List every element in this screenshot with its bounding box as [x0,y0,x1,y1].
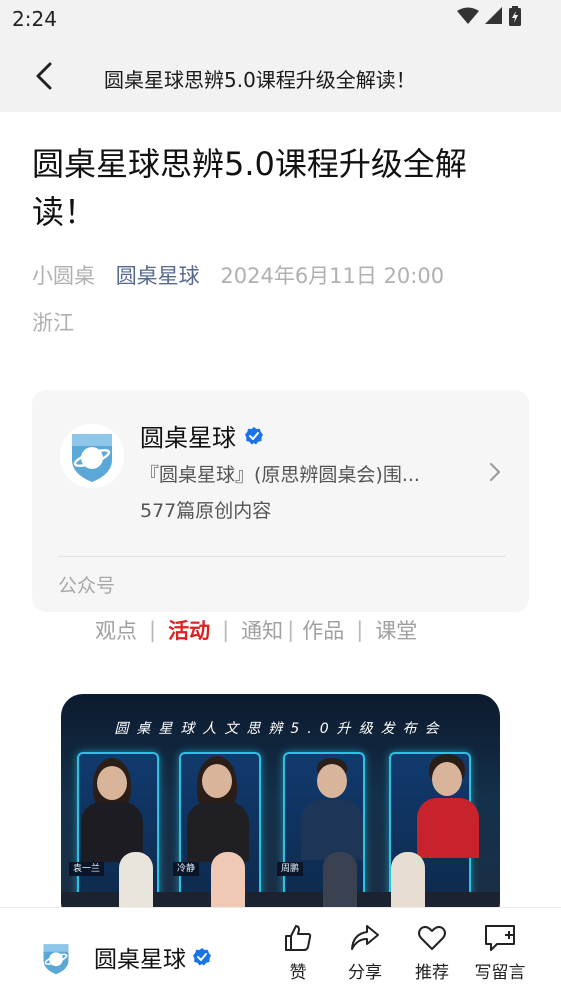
tab-viewpoints[interactable]: 观点 [95,615,137,645]
category-tabs: 观点 | 活动 | 通知 | 作品 | 课堂 [95,615,417,645]
heart-icon [418,925,446,950]
bottom-account-name: 圆桌星球 [94,947,186,973]
status-bar: 2:24 [0,0,561,40]
speaker-name-tag: 周鹏 [277,862,304,876]
account-logo [60,424,124,488]
bottom-action-bar: 圆桌星球 赞 分享 推荐 写留言 [0,907,561,1000]
status-icons [457,6,521,26]
speaker-name-tag: 冷静 [173,862,200,876]
chevron-left-icon [36,62,52,90]
account-description: 『圆桌星球』(原思辨圆桌会)围... [140,464,420,486]
speaker-head [432,762,462,796]
speaker-name-tag: 袁一兰 [69,862,105,876]
share-button[interactable]: 分享 [335,922,395,983]
bottom-account-logo[interactable] [36,936,76,980]
write-comment-button[interactable]: 写留言 [470,922,530,983]
speaker-body [187,802,249,862]
seated-guest [391,852,425,912]
tab-separator: | [356,618,364,642]
source-link[interactable]: 圆桌星球 [116,264,200,288]
seated-guest [119,852,153,912]
card-divider [58,556,506,557]
account-open-button[interactable] [487,460,503,488]
speaker-head [97,766,127,800]
recommend-label: 推荐 [415,963,449,983]
account-name: 圆桌星球 [140,424,236,452]
planet-shield-icon [72,434,112,482]
hero-image[interactable]: 圆桌星球人文思辨5.0升级发布会 袁一兰 冷静 周鹏 姜 [61,694,500,924]
account-content-count: 577篇原创内容 [140,500,272,522]
speaker-body [417,798,479,858]
nav-title: 圆桌星球思辨5.0课程升级全解读！ [104,68,416,92]
share-icon [351,925,379,950]
chevron-right-icon [490,463,501,481]
wifi-icon [457,7,479,24]
tab-works[interactable]: 作品 [302,615,344,645]
signal-icon [485,7,502,24]
recommend-button[interactable]: 推荐 [402,922,462,983]
verified-badge-icon [193,948,211,966]
status-time: 2:24 [12,7,57,31]
planet-shield-icon [43,944,69,975]
share-label: 分享 [348,963,382,983]
tab-events[interactable]: 活动 [168,615,210,645]
tab-separator: | [149,618,157,642]
article-meta: 小圆桌 圆桌星球 2024年6月11日 20:00 [32,260,458,290]
author-name: 小圆桌 [32,264,95,288]
tab-notices[interactable]: 通知 [241,615,283,645]
like-button[interactable]: 赞 [268,922,328,983]
account-type-label: 公众号 [58,575,116,597]
like-label: 赞 [289,963,307,983]
publish-location: 浙江 [32,311,74,335]
tab-classroom[interactable]: 课堂 [375,615,417,645]
top-nav-bar: 圆桌星球思辨5.0课程升级全解读！ [0,40,561,112]
article-title: 圆桌星球思辨5.0课程升级全解读！ [32,145,467,231]
back-button[interactable] [28,58,64,94]
tab-separator: | [287,618,295,642]
seated-guest [211,852,245,912]
speaker-head [317,764,347,798]
speaker-head [202,764,232,798]
hero-banner-text: 圆桌星球人文思辨5.0升级发布会 [114,721,447,737]
thumbs-up-icon [285,925,312,951]
verified-badge-icon [245,426,263,444]
battery-icon [509,6,521,26]
account-card[interactable]: 圆桌星球 『圆桌星球』(原思辨圆桌会)围... 577篇原创内容 公众号 [32,390,529,612]
comment-add-icon [485,925,515,951]
tab-separator: | [222,618,230,642]
speaker-body [301,800,363,860]
write-comment-label: 写留言 [474,963,526,983]
account-name-row: 圆桌星球 [140,418,264,453]
publish-datetime: 2024年6月11日 20:00 [220,264,445,288]
seated-guest [323,852,357,912]
bottom-account-name-row[interactable]: 圆桌星球 [94,940,212,974]
